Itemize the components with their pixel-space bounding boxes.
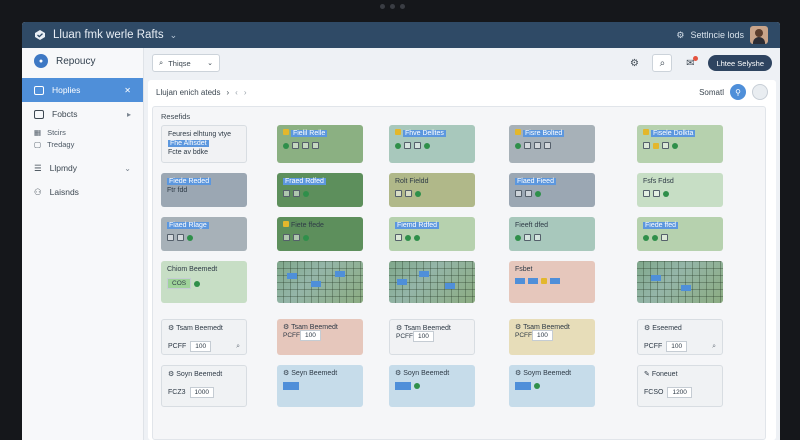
result-card[interactable]: Fsbet (509, 261, 595, 303)
chevron-down-icon[interactable]: ⌄ (170, 30, 178, 41)
status-card[interactable]: ⚙ Soyn Beemedt (389, 365, 475, 407)
result-card[interactable]: Feuresi elhtung vtye Fhe Alfisdet Fcte a… (161, 125, 247, 163)
title-bar: Lluan fmk werle Rafts ⌄ ⚙ Settlncie lods (22, 22, 780, 48)
map-card[interactable] (277, 261, 363, 303)
search-button[interactable]: ⌕ (652, 54, 673, 72)
user-avatar[interactable] (750, 26, 768, 44)
search-icon: ⌕ (159, 58, 164, 67)
settings-text[interactable]: Settlncie lods (690, 30, 744, 40)
sidebar-item-laisnds[interactable]: ⚇ Laisnds (22, 180, 143, 204)
stack-icon: ☰ (34, 162, 42, 173)
close-icon[interactable]: ✕ (124, 86, 131, 95)
settings-gear-icon[interactable]: ⚙ (676, 30, 684, 41)
map-card[interactable] (389, 261, 475, 303)
result-card[interactable]: Fraed Rdfed (277, 173, 363, 207)
status-card[interactable]: ✎ Foneuet FCSO 1200 (637, 365, 723, 407)
result-card[interactable]: Flaed Fieed (509, 173, 595, 207)
user-circle-icon[interactable]: ⚲ (730, 84, 746, 100)
settings-icon[interactable]: ⚙ (624, 54, 644, 72)
results-panel: Resefids Feuresi elhtung vtye Fhe Alfisd… (152, 106, 766, 440)
check-icon: ⚙ (396, 325, 403, 332)
status-card[interactable]: ⚙ Tsam Beemedt PCFF 100 (389, 319, 475, 355)
panel-title: Resefids (161, 112, 191, 121)
search-dropdown[interactable]: ⌕ Thiqse ⌄ (152, 54, 220, 72)
workspace-icon: ● (34, 54, 48, 68)
sidebar-item-stcirs[interactable]: ▦ Stcirs (34, 126, 143, 138)
status-card[interactable]: ⚙ Eseemed PCFF 100 ⌕ (637, 319, 723, 355)
folder-icon (34, 85, 44, 95)
sort-label[interactable]: Somatl (699, 88, 724, 97)
sidebar-header[interactable]: ● Repoucy (22, 48, 143, 74)
result-card[interactable]: Fiaed Rlage (161, 217, 247, 251)
status-card[interactable]: ⚙ Seyn Beemedt (277, 365, 363, 407)
check-icon: ⚙ (168, 325, 175, 332)
result-card[interactable]: Fielil Relle (277, 125, 363, 163)
list-icon (34, 109, 44, 119)
sidebar: ● Repoucy Hoplies ✕ Fobcts ▸ ▦ Stcirs ▢ Tr… (22, 48, 144, 440)
check-icon: ⚙ (283, 324, 290, 331)
sidebar-subgroup: ▦ Stcirs ▢ Tredagy (22, 126, 143, 150)
status-card[interactable]: ⚙ Soyn Beemedt FCZ3 1000 (161, 365, 247, 407)
result-card[interactable]: Fisre Bolted (509, 125, 595, 163)
status-card[interactable]: ⚙ Tsam Beemedt PCFF 100 ⌕ (161, 319, 247, 355)
result-card[interactable]: Fsfs Fdsd (637, 173, 723, 207)
status-card[interactable]: ⚙ Tsam Beemedt PCFF 100 (277, 319, 363, 355)
result-card[interactable]: Fhve Delltes (389, 125, 475, 163)
sidebar-item-fobcts[interactable]: Fobcts ▸ (22, 102, 143, 126)
app-logo-icon (34, 29, 46, 41)
status-card[interactable]: ⚙ Soym Beemedt (509, 365, 595, 407)
toggle-circle[interactable] (752, 84, 768, 100)
breadcrumb: Llujan enich ateds › ‹ › Somatl ⚲ (148, 80, 776, 104)
gear-icon: ⚙ (515, 370, 522, 377)
search-icon[interactable]: ⌕ (712, 343, 716, 351)
check-icon: ⚙ (515, 324, 522, 331)
toolbar: ⌕ Thiqse ⌄ ⚙ ⌕ ✉ Lhtee Selyshe (144, 48, 780, 78)
gear-icon: ⚙ (644, 325, 651, 332)
chevron-right-icon[interactable]: › (244, 88, 247, 97)
chevron-down-icon: ⌄ (124, 163, 131, 173)
app-window: Lluan fmk werle Rafts ⌄ ⚙ Settlncie lods… (22, 22, 780, 440)
result-card[interactable]: Chiom Beemedt COS (161, 261, 247, 303)
result-card[interactable]: Fisele Dolkta (637, 125, 723, 163)
chevron-right-icon: ▸ (126, 109, 131, 119)
gear-icon: ⚙ (395, 370, 402, 377)
result-card[interactable]: Fiemd Rdfed (389, 217, 475, 251)
sidebar-item-hoplies[interactable]: Hoplies ✕ (22, 78, 143, 102)
chevron-right-icon[interactable]: › (227, 88, 230, 97)
primary-action-button[interactable]: Lhtee Selyshe (708, 55, 772, 71)
sidebar-item-llpmdy[interactable]: ☰ Llpmdy ⌄ (22, 156, 143, 180)
camera-dots (380, 4, 405, 9)
chevron-down-icon: ⌄ (207, 60, 213, 67)
content-card: Llujan enich ateds › ‹ › Somatl ⚲ Resefi… (148, 80, 776, 440)
result-card[interactable]: Rolt Fieldd (389, 173, 475, 207)
notification-badge (693, 56, 699, 61)
result-card[interactable]: Fiede ffed (637, 217, 723, 251)
box-icon: ▢ (34, 139, 42, 149)
notifications-icon[interactable]: ✉ (680, 54, 700, 72)
map-card[interactable] (637, 261, 723, 303)
result-card[interactable]: Fiete ffede (277, 217, 363, 251)
result-card[interactable]: Fieeft dfed (509, 217, 595, 251)
app-title: Lluan fmk werle Rafts (53, 29, 164, 41)
pencil-icon: ✎ (644, 371, 650, 378)
sidebar-item-tredagy[interactable]: ▢ Tredagy (34, 138, 143, 150)
gear-icon: ⚙ (168, 371, 175, 378)
result-card[interactable]: Fiede Reded Ftr fdd (161, 173, 247, 207)
chevron-left-icon[interactable]: ‹ (235, 88, 238, 97)
grid-icon: ▦ (34, 127, 42, 137)
users-icon: ⚇ (34, 186, 42, 197)
status-card[interactable]: ⚙ Tsam Beemedt PCFF 100 (509, 319, 595, 355)
gear-icon: ⚙ (283, 370, 290, 377)
main-area: ⌕ Thiqse ⌄ ⚙ ⌕ ✉ Lhtee Selyshe Llujan en… (144, 48, 780, 440)
search-icon[interactable]: ⌕ (236, 343, 240, 351)
